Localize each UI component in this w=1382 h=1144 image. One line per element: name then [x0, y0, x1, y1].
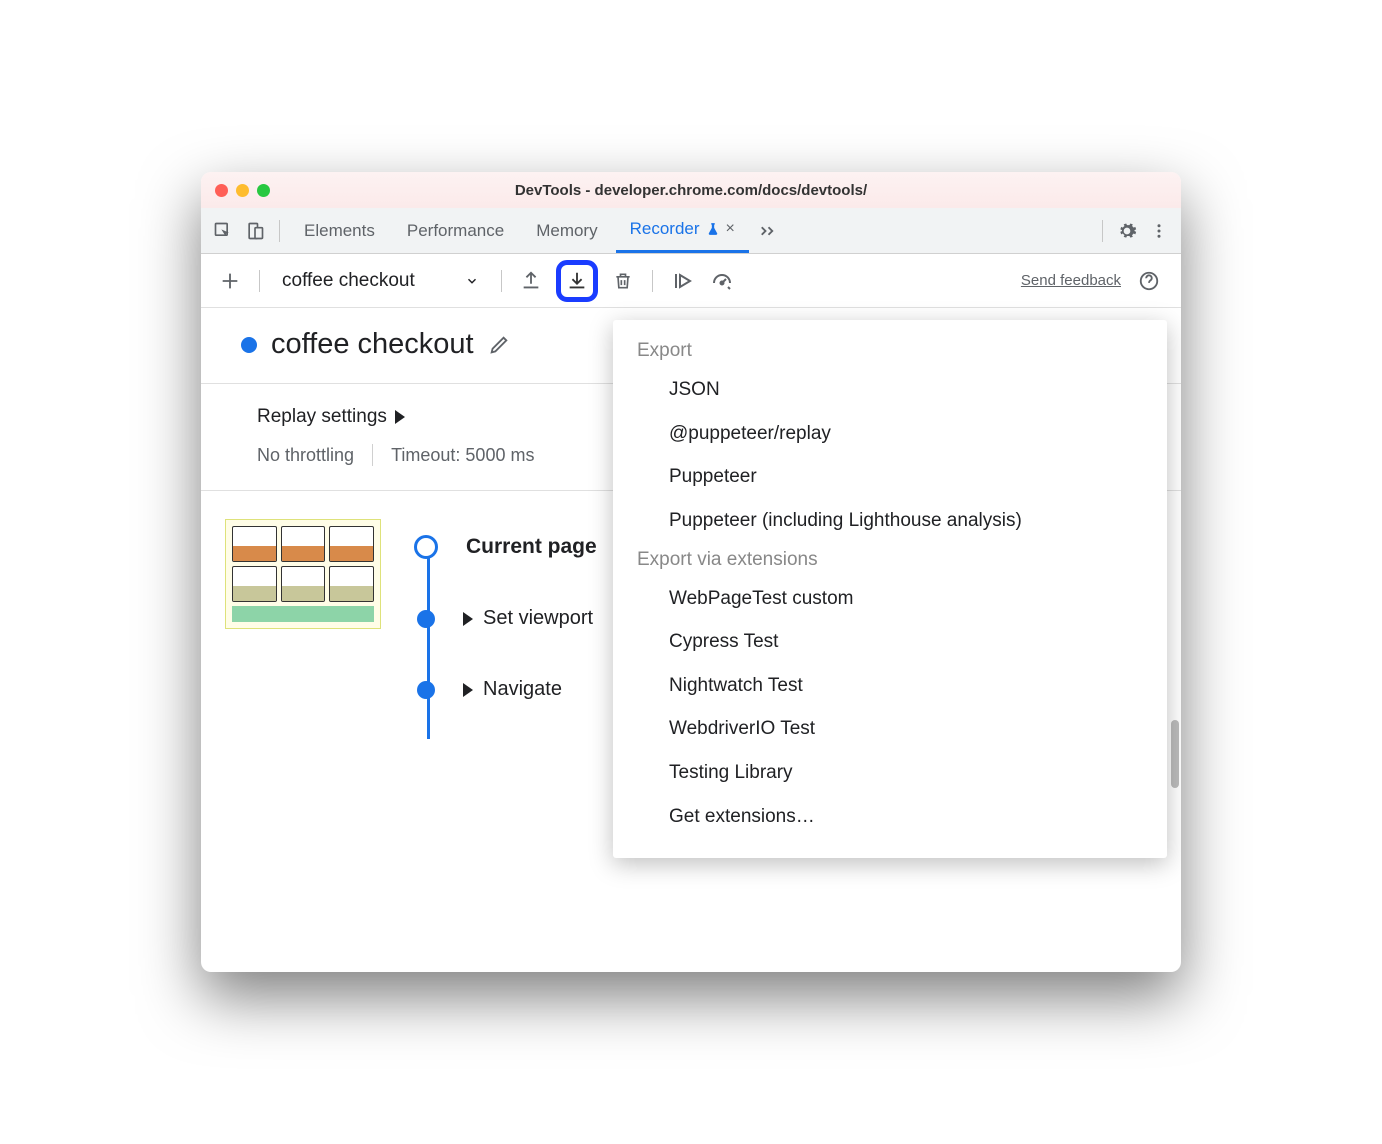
export-dropdown: Export JSON @puppeteer/replay Puppeteer …	[613, 320, 1167, 858]
divider	[259, 270, 260, 292]
more-tabs-icon[interactable]	[753, 217, 781, 245]
chevron-down-icon	[465, 274, 479, 288]
titlebar: DevTools - developer.chrome.com/docs/dev…	[201, 172, 1181, 208]
devtools-tabs: Elements Performance Memory Recorder ×	[201, 208, 1181, 254]
delete-icon[interactable]	[608, 266, 638, 296]
tab-performance[interactable]: Performance	[393, 208, 518, 253]
divider	[1102, 220, 1103, 242]
experiment-icon	[706, 222, 720, 236]
tab-recorder[interactable]: Recorder ×	[616, 208, 749, 253]
recording-select[interactable]: coffee checkout	[274, 266, 487, 296]
tab-memory[interactable]: Memory	[522, 208, 611, 253]
tab-label: Performance	[407, 221, 504, 241]
minimize-window-button[interactable]	[236, 184, 249, 197]
step-label: Current page	[466, 535, 597, 559]
add-recording-icon[interactable]	[215, 266, 245, 296]
export-header: Export	[613, 334, 1167, 368]
tab-elements[interactable]: Elements	[290, 208, 389, 253]
window-title: DevTools - developer.chrome.com/docs/dev…	[201, 182, 1181, 199]
divider	[652, 270, 653, 292]
export-get-extensions[interactable]: Get extensions…	[613, 795, 1167, 839]
expand-icon	[463, 683, 473, 697]
tab-label: Recorder	[630, 219, 700, 239]
timeout-value: Timeout: 5000 ms	[391, 445, 534, 466]
chevron-right-icon	[395, 410, 405, 424]
replay-icon[interactable]	[667, 266, 697, 296]
tab-close-icon[interactable]: ×	[726, 220, 735, 238]
step-dot	[417, 610, 435, 628]
tab-label: Elements	[304, 221, 375, 241]
kebab-menu-icon[interactable]	[1145, 217, 1173, 245]
help-icon[interactable]	[1131, 266, 1167, 296]
close-window-button[interactable]	[215, 184, 228, 197]
export-ext-header: Export via extensions	[613, 543, 1167, 577]
export-webdriverio[interactable]: WebdriverIO Test	[613, 707, 1167, 751]
import-icon[interactable]	[516, 266, 546, 296]
step-dot	[417, 681, 435, 699]
divider	[372, 444, 373, 466]
step-label: Set viewport	[463, 607, 593, 630]
recording-select-value: coffee checkout	[282, 270, 415, 292]
export-cypress[interactable]: Cypress Test	[613, 620, 1167, 664]
inspect-icon[interactable]	[209, 217, 237, 245]
status-dot	[241, 337, 257, 353]
export-puppeteer-lighthouse[interactable]: Puppeteer (including Lighthouse analysis…	[613, 499, 1167, 543]
export-webpagetest[interactable]: WebPageTest custom	[613, 577, 1167, 621]
export-icon[interactable]	[556, 260, 598, 302]
export-testing-library[interactable]: Testing Library	[613, 751, 1167, 795]
recorder-toolbar: coffee checkout Send feedback	[201, 254, 1181, 308]
devtools-window: DevTools - developer.chrome.com/docs/dev…	[201, 172, 1181, 972]
divider	[279, 220, 280, 242]
step-label: Navigate	[463, 678, 562, 701]
maximize-window-button[interactable]	[257, 184, 270, 197]
traffic-lights	[201, 184, 270, 197]
throttle-value: No throttling	[257, 445, 354, 466]
replay-settings-label: Replay settings	[257, 406, 387, 428]
divider	[501, 270, 502, 292]
tab-label: Memory	[536, 221, 597, 241]
export-puppeteer[interactable]: Puppeteer	[613, 455, 1167, 499]
step-dot	[414, 535, 438, 559]
edit-title-icon[interactable]	[488, 334, 510, 356]
expand-icon	[463, 612, 473, 626]
settings-icon[interactable]	[1113, 217, 1141, 245]
device-toggle-icon[interactable]	[241, 217, 269, 245]
export-nightwatch[interactable]: Nightwatch Test	[613, 664, 1167, 708]
export-json[interactable]: JSON	[613, 368, 1167, 412]
send-feedback-link[interactable]: Send feedback	[1021, 272, 1121, 289]
page-thumbnail	[225, 519, 381, 629]
recording-title: coffee checkout	[271, 328, 474, 361]
performance-replay-icon[interactable]	[707, 266, 737, 296]
scrollbar[interactable]	[1171, 720, 1179, 788]
export-puppeteer-replay[interactable]: @puppeteer/replay	[613, 412, 1167, 456]
